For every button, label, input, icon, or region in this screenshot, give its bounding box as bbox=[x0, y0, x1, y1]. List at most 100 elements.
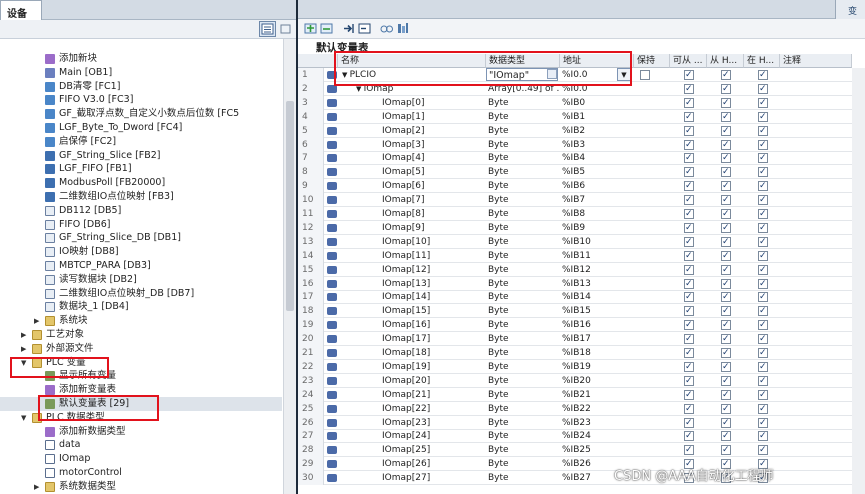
tag-name-cell[interactable]: IOmap[1] bbox=[338, 110, 484, 124]
writable-from-hmi-checkbox[interactable] bbox=[721, 290, 731, 304]
tree-item[interactable]: data bbox=[0, 438, 282, 452]
add-row-icon[interactable] bbox=[304, 22, 317, 35]
retain-checkbox[interactable] bbox=[640, 70, 650, 80]
data-type-cell[interactable]: Byte bbox=[488, 290, 560, 304]
accessible-from-hmi-checkbox[interactable] bbox=[684, 165, 694, 179]
accessible-from-hmi-checkbox[interactable] bbox=[684, 151, 694, 165]
address-cell[interactable]: %IB5 bbox=[562, 165, 634, 179]
table-row[interactable]: 21 IOmap[18] Byte %IB18 bbox=[298, 346, 865, 360]
accessible-from-hmi-checkbox[interactable] bbox=[684, 402, 694, 416]
table-row[interactable]: 17 IOmap[14] Byte %IB14 bbox=[298, 290, 865, 305]
tag-name-cell[interactable]: IOmap[23] bbox=[338, 416, 484, 430]
tag-name-cell[interactable]: IOmap[12] bbox=[338, 263, 484, 277]
data-type-cell[interactable]: Byte bbox=[488, 96, 560, 110]
address-cell[interactable]: %IB8 bbox=[562, 207, 634, 221]
tree-item[interactable]: ▶ 系统块 bbox=[0, 314, 282, 328]
col-header-writable[interactable]: 从 H... bbox=[707, 54, 744, 68]
visible-in-hmi-checkbox[interactable] bbox=[758, 290, 768, 304]
writable-from-hmi-checkbox[interactable] bbox=[721, 179, 731, 193]
data-type-cell[interactable]: Byte bbox=[488, 360, 560, 374]
writable-from-hmi-checkbox[interactable] bbox=[721, 263, 731, 277]
address-cell[interactable]: %IB15 bbox=[562, 304, 634, 318]
tree-item[interactable]: ▶ 外部源文件 bbox=[0, 342, 282, 356]
tree-item[interactable]: 读写数据块 [DB2] bbox=[0, 273, 282, 287]
tree-item[interactable]: DB112 [DB5] bbox=[0, 204, 282, 218]
address-cell[interactable]: %IB11 bbox=[562, 249, 634, 263]
writable-from-hmi-checkbox[interactable] bbox=[721, 193, 731, 207]
settings-icon[interactable] bbox=[396, 22, 409, 35]
accessible-from-hmi-checkbox[interactable] bbox=[684, 138, 694, 152]
tree-item[interactable]: GF_String_Slice_DB [DB1] bbox=[0, 231, 282, 245]
accessible-from-hmi-checkbox[interactable] bbox=[684, 304, 694, 318]
col-header-name[interactable]: 名称 bbox=[338, 54, 486, 68]
accessible-from-hmi-checkbox[interactable] bbox=[684, 207, 694, 221]
tree-item[interactable]: FIFO V3.0 [FC3] bbox=[0, 93, 282, 107]
visible-in-hmi-checkbox[interactable] bbox=[758, 207, 768, 221]
accessible-from-hmi-checkbox[interactable] bbox=[684, 235, 694, 249]
table-row[interactable]: 23 IOmap[20] Byte %IB20 bbox=[298, 373, 865, 388]
tag-name-cell[interactable]: IOmap[0] bbox=[338, 96, 484, 110]
expand-arrow-icon[interactable]: ▶ bbox=[21, 342, 29, 356]
collapse-arrow-icon[interactable]: ▼ bbox=[21, 411, 29, 425]
overview-view-icon[interactable] bbox=[259, 21, 276, 37]
address-cell[interactable]: %IB21 bbox=[562, 388, 634, 402]
writable-from-hmi-checkbox[interactable] bbox=[721, 235, 731, 249]
tag-name-cell[interactable]: IOmap[13] bbox=[338, 277, 484, 291]
visible-in-hmi-checkbox[interactable] bbox=[758, 151, 768, 165]
visible-in-hmi-checkbox[interactable] bbox=[758, 360, 768, 374]
tree-item[interactable]: FIFO [DB6] bbox=[0, 218, 282, 232]
tag-name-cell[interactable]: IOmap[17] bbox=[338, 332, 484, 346]
tag-name-cell[interactable]: IOmap[18] bbox=[338, 346, 484, 360]
table-row[interactable]: 5 IOmap[2] Byte %IB2 bbox=[298, 123, 865, 138]
table-row[interactable]: 4 IOmap[1] Byte %IB1 bbox=[298, 109, 865, 124]
writable-from-hmi-checkbox[interactable] bbox=[721, 402, 731, 416]
tag-name-cell[interactable]: IOmap[10] bbox=[338, 235, 484, 249]
col-header-visible[interactable]: 在 H... bbox=[744, 54, 780, 68]
tag-name-cell[interactable]: IOmap[5] bbox=[338, 165, 484, 179]
data-type-cell[interactable]: Byte bbox=[488, 263, 560, 277]
tag-name-cell[interactable]: IOmap[2] bbox=[338, 124, 484, 138]
expand-arrow-icon[interactable]: ▶ bbox=[34, 480, 42, 494]
tree-item[interactable]: IO映射 [DB8] bbox=[0, 245, 282, 259]
tag-name-cell[interactable]: IOmap[16] bbox=[338, 318, 484, 332]
data-type-cell[interactable]: Byte bbox=[488, 207, 560, 221]
address-cell[interactable]: %IB10 bbox=[562, 235, 634, 249]
tree-item[interactable]: 添加新数据类型 bbox=[0, 425, 282, 439]
data-type-cell[interactable]: Byte bbox=[488, 235, 560, 249]
visible-in-hmi-checkbox[interactable] bbox=[758, 304, 768, 318]
writable-from-hmi-checkbox[interactable] bbox=[721, 388, 731, 402]
writable-from-hmi-checkbox[interactable] bbox=[721, 221, 731, 235]
table-row[interactable]: 19 IOmap[16] Byte %IB16 bbox=[298, 318, 865, 333]
tree-item[interactable]: DB清零 [FC1] bbox=[0, 80, 282, 94]
tree-item[interactable]: Main [OB1] bbox=[0, 66, 282, 80]
tag-name-cell[interactable]: IOmap[20] bbox=[338, 374, 484, 388]
monitor-icon[interactable] bbox=[380, 22, 393, 35]
accessible-from-hmi-checkbox[interactable] bbox=[684, 374, 694, 388]
editor-tab[interactable]: 变 bbox=[835, 0, 865, 19]
tag-name-cell[interactable]: IOmap[8] bbox=[338, 207, 484, 221]
address-cell[interactable]: %IB14 bbox=[562, 290, 634, 304]
tree-item[interactable]: 默认变量表 [29] bbox=[0, 397, 282, 411]
tree-item[interactable]: MBTCP_PARA [DB3] bbox=[0, 259, 282, 273]
tag-name-cell[interactable]: IOmap[26] bbox=[338, 457, 484, 471]
data-type-cell[interactable]: Byte bbox=[488, 374, 560, 388]
accessible-from-hmi-checkbox[interactable] bbox=[684, 318, 694, 332]
accessible-from-hmi-checkbox[interactable] bbox=[684, 221, 694, 235]
col-header-type[interactable]: 数据类型 bbox=[486, 54, 560, 68]
visible-in-hmi-checkbox[interactable] bbox=[758, 402, 768, 416]
tree-item[interactable]: 启保停 [FC2] bbox=[0, 135, 282, 149]
col-header-retain[interactable]: 保持 bbox=[634, 54, 670, 68]
address-cell[interactable]: %IB13 bbox=[562, 277, 634, 291]
tree-item[interactable]: 二维数组IO点位映射 [FB3] bbox=[0, 190, 282, 204]
tag-name-cell[interactable]: IOmap[24] bbox=[338, 429, 484, 443]
accessible-from-hmi-checkbox[interactable] bbox=[684, 96, 694, 110]
data-type-cell[interactable]: Byte bbox=[488, 124, 560, 138]
tree-item[interactable]: motorControl bbox=[0, 466, 282, 480]
writable-from-hmi-checkbox[interactable] bbox=[721, 346, 731, 360]
address-cell[interactable]: %IB2 bbox=[562, 124, 634, 138]
writable-from-hmi-checkbox[interactable] bbox=[721, 165, 731, 179]
tag-name-cell[interactable]: ▼ IOmap bbox=[338, 82, 484, 96]
data-type-cell[interactable]: Byte bbox=[488, 304, 560, 318]
tag-name-cell[interactable]: IOmap[3] bbox=[338, 138, 484, 152]
table-row[interactable]: 14 IOmap[11] Byte %IB11 bbox=[298, 248, 865, 263]
